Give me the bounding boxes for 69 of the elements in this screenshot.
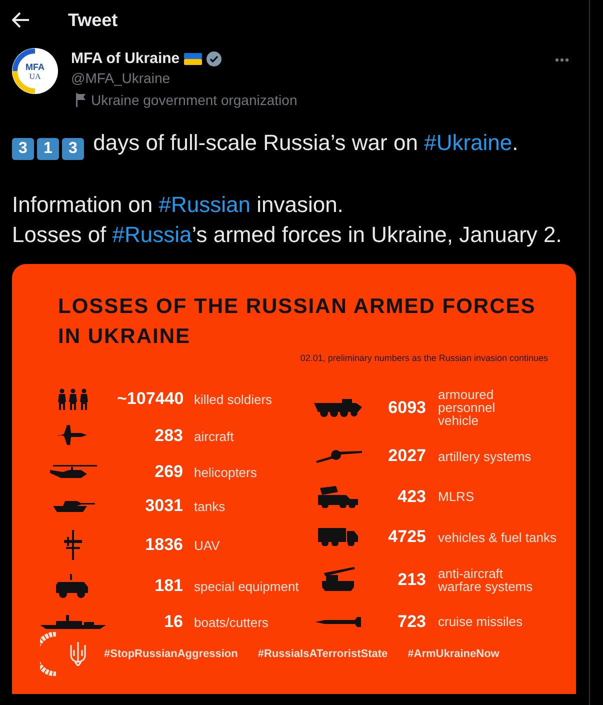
- page-title: Tweet: [68, 10, 118, 30]
- more-icon: [555, 58, 569, 62]
- author-name[interactable]: MFA of Ukraine: [71, 50, 180, 67]
- avatar-text: UA: [29, 72, 41, 80]
- jet-icon: [57, 424, 89, 448]
- helicopter-icon: [49, 464, 97, 480]
- infographic-title: LOSSES OF THE RUSSIAN ARMED FORCES IN UKRAINE: [58, 294, 537, 350]
- hashtag-link[interactable]: #Ukraine: [424, 130, 512, 155]
- loss-count: 1836: [144, 535, 183, 555]
- ship-icon: [40, 615, 106, 629]
- loss-label: aircraft: [194, 430, 235, 442]
- loss-label: anti-aircraft warfare systems: [438, 566, 534, 593]
- loss-count: 6093: [387, 398, 426, 418]
- keycap-emoji: 3: [62, 138, 84, 160]
- avatar-text: MFA: [26, 62, 44, 72]
- keycap-emoji: 3: [12, 138, 34, 160]
- missile-icon: [315, 616, 361, 627]
- loss-label: artillery systems: [438, 450, 532, 463]
- hashtag-text: #RussiaIsATerroristState: [258, 648, 388, 660]
- loss-count: 423: [396, 486, 426, 507]
- loss-label: special equipment: [194, 580, 300, 592]
- truck-icon: [318, 528, 358, 546]
- tweet-text: Losses of #Russia’s armed forces in Ukraine, January 2.: [12, 221, 563, 249]
- loss-count: 2027: [387, 446, 426, 466]
- apc-icon: [314, 398, 362, 416]
- loss-label: MLRS: [438, 490, 476, 504]
- loss-label: boats/cutters: [194, 616, 270, 628]
- loss-count: 269: [154, 462, 183, 482]
- hashtag-text: #StopRussianAggression: [104, 648, 238, 660]
- loss-count: 213: [396, 570, 426, 590]
- verified-badge-icon: [206, 50, 222, 66]
- loss-count: 723: [396, 612, 426, 632]
- avatar[interactable]: MFA UA: [12, 48, 58, 94]
- trident-icon: [70, 642, 86, 666]
- loss-count: 3031: [144, 496, 183, 516]
- loss-label: tanks: [194, 500, 226, 512]
- affiliation-label: Ukraine government organization: [91, 92, 298, 108]
- loss-count: 16: [163, 612, 183, 632]
- hashtag-text: #ArmUkraineNow: [408, 648, 500, 660]
- loss-count: 4725: [387, 527, 426, 548]
- arc-icon: [40, 632, 58, 676]
- keycap-emoji: 1: [37, 138, 59, 160]
- armored-car-icon: [56, 574, 90, 598]
- loss-count: ~107440: [117, 389, 183, 409]
- loss-label: armoured personnel vehicle: [438, 388, 496, 427]
- loss-label: cruise missiles: [438, 615, 524, 628]
- cannon-icon: [314, 449, 362, 464]
- soldiers-icon: [57, 388, 89, 410]
- flag-icon: [75, 93, 87, 107]
- loss-label: helicopters: [194, 466, 258, 478]
- loss-label: killed soldiers: [194, 392, 274, 406]
- rocket-launcher-icon: [318, 486, 358, 508]
- ukraine-flag-icon: [184, 52, 202, 64]
- back-arrow-icon: [12, 12, 30, 28]
- author-handle[interactable]: @MFA_Ukraine: [71, 70, 298, 86]
- hashtag-link[interactable]: #Russian: [158, 192, 250, 217]
- loss-label: vehicles & fuel tanks: [438, 530, 558, 544]
- drone-icon: [63, 530, 83, 560]
- loss-label: UAV: [194, 538, 221, 552]
- infographic-subtitle: 02.01, preliminary numbers as the Russian invasion continues: [300, 353, 548, 363]
- back-button[interactable]: [12, 12, 30, 28]
- hashtag-link[interactable]: #Russia: [112, 222, 192, 247]
- more-button[interactable]: [555, 58, 569, 62]
- tank-icon: [51, 499, 95, 513]
- loss-count: 181: [154, 576, 183, 596]
- tweet-text: 3 1 3 days of full-scale Russia’s war on #Ukraine.: [12, 128, 568, 160]
- missile-launcher-icon: [320, 566, 356, 593]
- tweet-text: Information on #Russian invasion.: [12, 191, 344, 219]
- loss-count: 283: [154, 426, 183, 446]
